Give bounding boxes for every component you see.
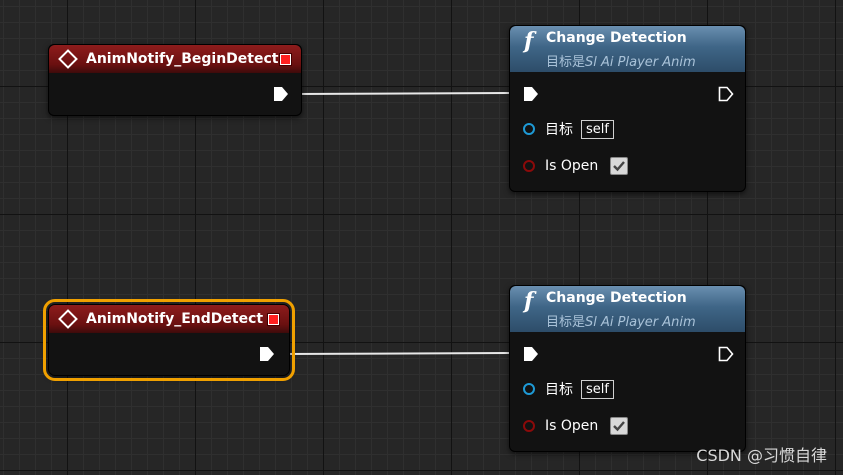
bool-pin-icon[interactable] (523, 160, 535, 172)
event-node-title: AnimNotify_EndDetect (86, 311, 264, 327)
target-pin-label: 目标 (545, 122, 573, 138)
target-self-value: self (581, 379, 614, 399)
exec-input-pin-icon[interactable] (523, 86, 539, 102)
is-open-pin-row[interactable]: Is Open (523, 417, 629, 435)
target-self-value: self (581, 119, 614, 139)
is-open-checkbox[interactable] (610, 157, 629, 175)
event-diamond-icon (58, 309, 78, 329)
is-open-checkbox[interactable] (610, 417, 629, 435)
object-pin-icon[interactable] (523, 123, 535, 135)
function-node-change-detection[interactable]: f Change Detection 目标是Sl Ai Player Anim … (509, 25, 746, 192)
checkmark-icon (613, 421, 626, 432)
function-node-change-detection[interactable]: f Change Detection 目标是Sl Ai Player Anim … (509, 285, 746, 452)
function-node-title: Change Detection (546, 290, 687, 306)
event-node-title: AnimNotify_BeginDetect (86, 51, 279, 67)
object-pin-icon[interactable] (523, 383, 535, 395)
event-node-begin-detect[interactable]: AnimNotify_BeginDetect (48, 44, 302, 116)
event-node-header: AnimNotify_EndDetect (49, 305, 289, 333)
function-icon: f (524, 288, 534, 314)
event-node-header: AnimNotify_BeginDetect (49, 45, 301, 73)
exec-wire-begin[interactable] (295, 92, 515, 95)
function-node-subtitle: 目标是Sl Ai Player Anim (546, 315, 696, 330)
exec-output-pin-icon[interactable] (718, 86, 734, 102)
target-pin-row[interactable]: 目标 self (523, 379, 614, 399)
checkmark-icon (613, 161, 626, 172)
exec-output-pin-icon[interactable] (273, 86, 289, 102)
delegate-pin-icon[interactable] (268, 313, 279, 325)
function-node-title: Change Detection (546, 30, 687, 46)
function-node-header: f Change Detection 目标是Sl Ai Player Anim (510, 26, 745, 72)
watermark: CSDN @习惯自律 (696, 446, 827, 465)
function-node-subtitle: 目标是Sl Ai Player Anim (546, 55, 696, 70)
function-node-header: f Change Detection 目标是Sl Ai Player Anim (510, 286, 745, 332)
exec-output-pin-icon[interactable] (718, 346, 734, 362)
is-open-pin-label: Is Open (545, 418, 599, 434)
event-node-end-detect[interactable]: AnimNotify_EndDetect (43, 299, 295, 381)
target-pin-row[interactable]: 目标 self (523, 119, 614, 139)
is-open-pin-row[interactable]: Is Open (523, 157, 629, 175)
exec-wire-end[interactable] (282, 352, 515, 355)
target-pin-label: 目标 (545, 382, 573, 398)
is-open-pin-label: Is Open (545, 158, 599, 174)
exec-output-pin-icon[interactable] (259, 346, 275, 362)
function-icon: f (524, 28, 534, 54)
event-diamond-icon (58, 49, 78, 69)
exec-input-pin-icon[interactable] (523, 346, 539, 362)
delegate-pin-icon[interactable] (280, 53, 291, 65)
bool-pin-icon[interactable] (523, 420, 535, 432)
